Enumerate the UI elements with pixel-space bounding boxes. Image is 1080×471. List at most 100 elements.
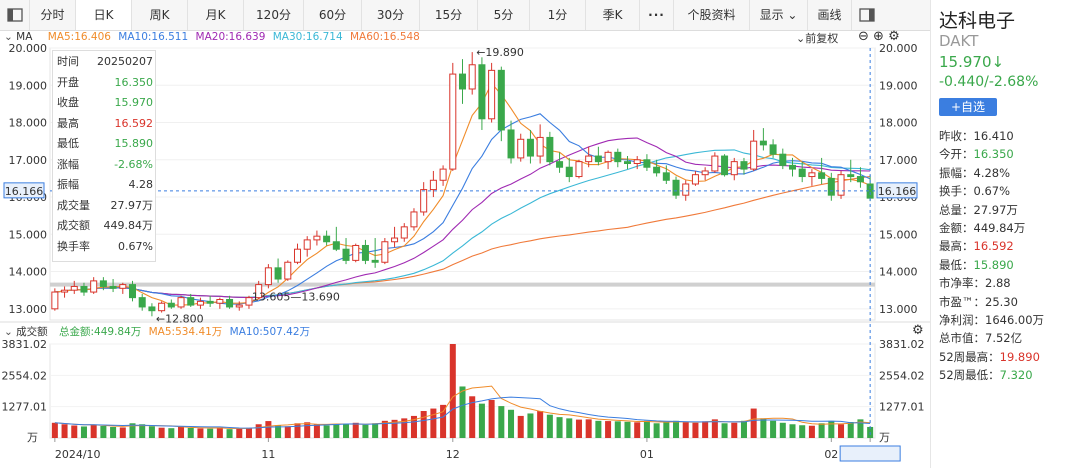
candle-body	[662, 172, 670, 181]
tab-60min[interactable]: 60分	[304, 0, 362, 30]
info-row: 成交额 449.84万	[57, 217, 153, 235]
candle-body	[420, 189, 428, 213]
candle-body	[148, 306, 156, 312]
price-tick-left: 17.000	[9, 154, 48, 167]
volume-total-legend: 总金额:449.84万	[58, 326, 142, 338]
info-row: 最低 15.890	[57, 135, 153, 153]
collapse-icon[interactable]: ⌄	[4, 31, 16, 43]
info-key: 时间	[57, 55, 79, 68]
info-value: 15.970	[114, 96, 154, 109]
stat-value: 7.320	[999, 368, 1033, 383]
candle-body	[216, 299, 224, 304]
info-value: 15.890	[114, 137, 154, 150]
info-key: 开盘	[57, 75, 79, 89]
zoom-in-icon[interactable]: ⊕	[873, 29, 884, 44]
candle-body	[352, 244, 360, 261]
info-key: 最高	[57, 116, 79, 130]
volume-indicator-label: 成交额	[16, 326, 48, 338]
period-tabs: 分时 日K 周K 月K 120分 60分 30分 15分 5分 1分 季K ··…	[0, 0, 930, 31]
stock-price: 15.970↓	[939, 53, 1005, 71]
price-tick-left: 18.000	[9, 117, 48, 130]
tab-15min[interactable]: 15分	[420, 0, 478, 30]
volume-bar	[158, 427, 165, 438]
tab-day-k[interactable]: 日K	[76, 0, 132, 30]
volume-bar	[71, 425, 78, 438]
high-annotation: ←19.890	[476, 46, 524, 59]
adjust-dropdown[interactable]: ⌄前复权	[796, 30, 838, 46]
volume-bar	[168, 428, 175, 438]
crosshair-price-left: 16.166	[5, 185, 44, 198]
volume-bar	[430, 408, 437, 438]
draw-line-button[interactable]: 画线	[808, 0, 852, 30]
candle-body	[788, 164, 797, 170]
stat-row: 市净率：2.88	[939, 275, 1011, 291]
candle-body	[565, 166, 573, 178]
volume-bar	[682, 422, 689, 438]
settings-icon[interactable]: ⚙	[888, 29, 900, 44]
volume-bar	[808, 425, 815, 438]
add-watchlist-button[interactable]: +自选	[939, 98, 997, 116]
candle-body	[575, 161, 583, 178]
candle-body	[449, 73, 457, 170]
layout-toggle-icon[interactable]	[852, 0, 882, 30]
support-band	[50, 282, 875, 287]
candle-body	[526, 138, 534, 157]
tab-more[interactable]: ···	[640, 0, 674, 30]
volume-bar	[527, 413, 534, 438]
info-row: 涨幅 -2.68%	[57, 156, 153, 174]
candle-body	[497, 69, 505, 131]
volume-bar	[333, 424, 340, 438]
volume-bar	[304, 422, 311, 438]
tab-30min[interactable]: 30分	[362, 0, 420, 30]
info-key: 换手率	[57, 239, 90, 253]
stat-value: 4.28%	[973, 165, 1011, 180]
tab-1min[interactable]: 1分	[530, 0, 586, 30]
volume-bar	[139, 424, 146, 438]
candle-body	[653, 166, 661, 174]
crosshair-price-right: 16.166	[878, 185, 917, 198]
sidebar-toggle-icon[interactable]	[0, 0, 30, 30]
tab-fenshi[interactable]: 分时	[30, 0, 76, 30]
candle-body	[556, 161, 564, 168]
volume-bar	[440, 404, 447, 438]
stat-value: 7.52亿	[985, 331, 1023, 346]
volume-bar	[605, 421, 612, 438]
candle-body	[371, 259, 379, 263]
info-key: 涨幅	[57, 157, 79, 171]
stat-label: 市盈™：	[939, 294, 985, 309]
price-tick-right: 19.000	[879, 79, 918, 92]
info-row: 最高 16.592	[57, 115, 153, 133]
volume-bar	[614, 421, 621, 438]
stock-change: -0.440/-2.68%	[939, 74, 1039, 90]
zoom-controls: ⊖ ⊕ ⚙	[858, 29, 900, 44]
candle-body	[196, 300, 204, 306]
stat-row: 52周最高：19.890	[939, 349, 1040, 365]
tab-120min[interactable]: 120分	[244, 0, 304, 30]
stat-row: 金额：449.84万	[939, 220, 1025, 236]
ma10-line	[54, 113, 871, 305]
tab-5min[interactable]: 5分	[478, 0, 530, 30]
candle-body	[391, 237, 399, 243]
volume-settings-icon[interactable]: ⚙	[912, 323, 924, 338]
candle-body	[750, 140, 758, 170]
candle-body	[468, 64, 476, 90]
volume-bar	[178, 426, 185, 438]
display-dropdown[interactable]: 显示 ⌄	[750, 0, 808, 30]
tab-stock-profile[interactable]: 个股资料	[674, 0, 750, 30]
zoom-out-icon[interactable]: ⊖	[858, 29, 869, 44]
stat-label: 市净率：	[939, 276, 985, 291]
stat-value: 16.410	[973, 129, 1014, 143]
tab-quarter-k[interactable]: 季K	[586, 0, 640, 30]
tab-week-k[interactable]: 周K	[132, 0, 188, 30]
volume-tick-left: 1277.01	[2, 401, 48, 414]
volume-bar	[323, 425, 330, 438]
volume-tick-right: 3831.02	[879, 338, 925, 351]
info-value: 27.97万	[110, 198, 154, 212]
candle-body	[643, 159, 651, 168]
volume-collapse-icon[interactable]: ⌄	[4, 326, 16, 338]
volume-bar	[245, 427, 252, 438]
chart-area: 20.000 20.000 19.000 19.000 18.000 18.000 17.0…	[0, 29, 930, 468]
stat-row: 最高：16.592	[939, 238, 1014, 254]
volume-bar	[566, 418, 573, 438]
tab-month-k[interactable]: 月K	[188, 0, 244, 30]
